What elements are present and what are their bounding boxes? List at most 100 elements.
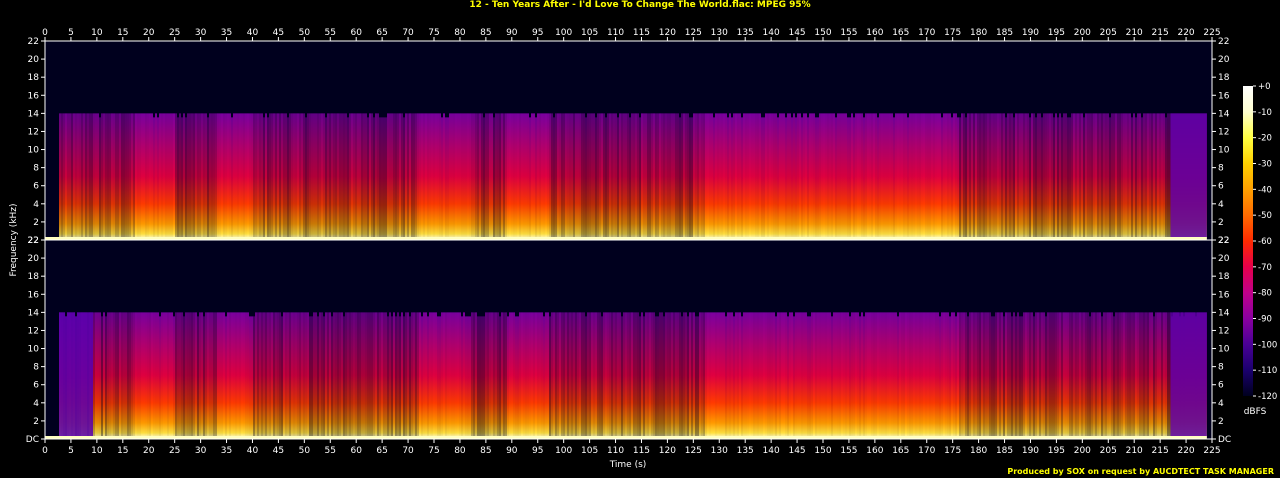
spectrogram-column (393, 113, 395, 239)
spectrogram-column (697, 316, 699, 438)
spectrogram-column (1125, 113, 1127, 239)
spectrogram-column (891, 113, 893, 239)
spectrogram-column (577, 312, 579, 438)
x-tick-label: 30 (195, 28, 207, 38)
spectrogram-column (329, 113, 331, 239)
spectrogram-column (831, 113, 833, 239)
spectrogram-panel: 22 222 24 46 68 810 1012 1214 1416 1618 1820 2022 22 (28, 37, 1230, 246)
spectrogram-column (593, 312, 595, 438)
x-tick-label: 110 (607, 28, 624, 38)
spectrogram-column (111, 312, 113, 438)
spectrogram-column (615, 312, 617, 438)
x-tick-label: 135 (737, 28, 754, 38)
spectrogram-column (933, 312, 935, 438)
spectrogram-column (587, 113, 589, 239)
y-tick-label: 18 (1218, 272, 1230, 282)
x-tick-label: 90 (506, 446, 518, 456)
spectrogram-column (135, 113, 137, 239)
spectrogram-column (89, 113, 91, 239)
spectrogram-column (381, 117, 383, 239)
colorbar-tick-label: -20 (1258, 134, 1272, 144)
spectrogram-column-quiet (89, 312, 91, 438)
spectrogram-column (405, 113, 407, 239)
spectrogram-column (845, 312, 847, 438)
spectrogram-column (455, 312, 457, 438)
x-tick-label: 55 (325, 446, 336, 456)
spectrogram-column (315, 312, 317, 438)
spectrogram-column (1151, 113, 1153, 239)
spectrogram-column (525, 113, 527, 239)
spectrogram-column (809, 316, 811, 438)
spectrogram-column (939, 316, 941, 438)
spectrogram-column (1107, 312, 1109, 438)
spectrogram-column (513, 312, 515, 438)
spectrogram-column (349, 312, 351, 438)
spectrogram-column (519, 312, 521, 438)
spectrogram-column (405, 312, 407, 438)
spectrogram-column (397, 312, 399, 438)
spectrogram-column (765, 113, 767, 239)
spectrogram-column (787, 316, 789, 438)
spectrogram-column (177, 312, 179, 438)
spectrogram-column (109, 113, 111, 239)
spectrogram-column (323, 113, 325, 239)
spectrogram-column (543, 113, 545, 239)
spectrogram-column (627, 113, 629, 239)
spectrogram-column (143, 113, 145, 239)
spectrogram-column (691, 312, 693, 438)
spectrogram-column (951, 117, 953, 239)
spectrogram-column (559, 312, 561, 438)
spectrogram-column (1077, 113, 1079, 239)
spectrogram-column (95, 312, 97, 438)
spectrogram-column (383, 312, 385, 438)
spectrogram-column (591, 312, 593, 438)
spectrogram-column (465, 316, 467, 438)
spectrogram-column (287, 117, 289, 239)
x-tick-label: 225 (1203, 28, 1220, 38)
spectrogram-column (113, 113, 115, 239)
spectrogram-column (893, 117, 895, 239)
spectrogram-column (557, 113, 559, 239)
spectrogram-column (831, 316, 833, 438)
spectrogram-column-quiet (91, 312, 93, 438)
spectrogram-column (227, 113, 229, 239)
spectrogram-column (593, 113, 595, 239)
spectrogram-column (785, 117, 787, 239)
spectrogram-column (475, 312, 477, 438)
spectrogram-column (305, 117, 307, 239)
spectrogram-column (717, 312, 719, 438)
spectrogram-column (973, 312, 975, 438)
y-tick-label: 14 (28, 109, 40, 119)
spectrogram-column (737, 113, 739, 239)
spectrogram-column (423, 312, 425, 438)
x-tick-label: 70 (402, 446, 414, 456)
spectrogram-column (935, 312, 937, 438)
spectrogram-column (791, 117, 793, 239)
spectrogram-column (1059, 113, 1061, 239)
spectrogram-column (59, 113, 61, 239)
spectrogram-column (303, 312, 305, 438)
spectrogram-column (451, 312, 453, 438)
spectrogram-column (1007, 312, 1009, 438)
spectrogram-column (679, 312, 681, 438)
spectrogram-column (293, 312, 295, 438)
spectrogram-column (1017, 312, 1019, 438)
spectrogram-column (259, 312, 261, 438)
spectrogram-column (1101, 113, 1103, 239)
spectrogram-column (439, 113, 441, 239)
spectrogram-column (843, 113, 845, 239)
spectrogram-column (391, 113, 393, 239)
spectrogram-column (77, 113, 79, 239)
spectrogram-column (835, 312, 837, 438)
spectrogram-column (833, 312, 835, 438)
spectrogram-column (721, 113, 723, 239)
spectrogram-column (303, 113, 305, 239)
spectrogram-column (983, 113, 985, 239)
spectrogram-column (683, 113, 685, 239)
spectrogram-column (451, 113, 453, 239)
spectrogram-column (631, 312, 633, 438)
x-tick-label: 215 (1152, 28, 1169, 38)
spectrogram-column (843, 312, 845, 438)
spectrogram-column (583, 312, 585, 438)
spectrogram-column (841, 312, 843, 438)
